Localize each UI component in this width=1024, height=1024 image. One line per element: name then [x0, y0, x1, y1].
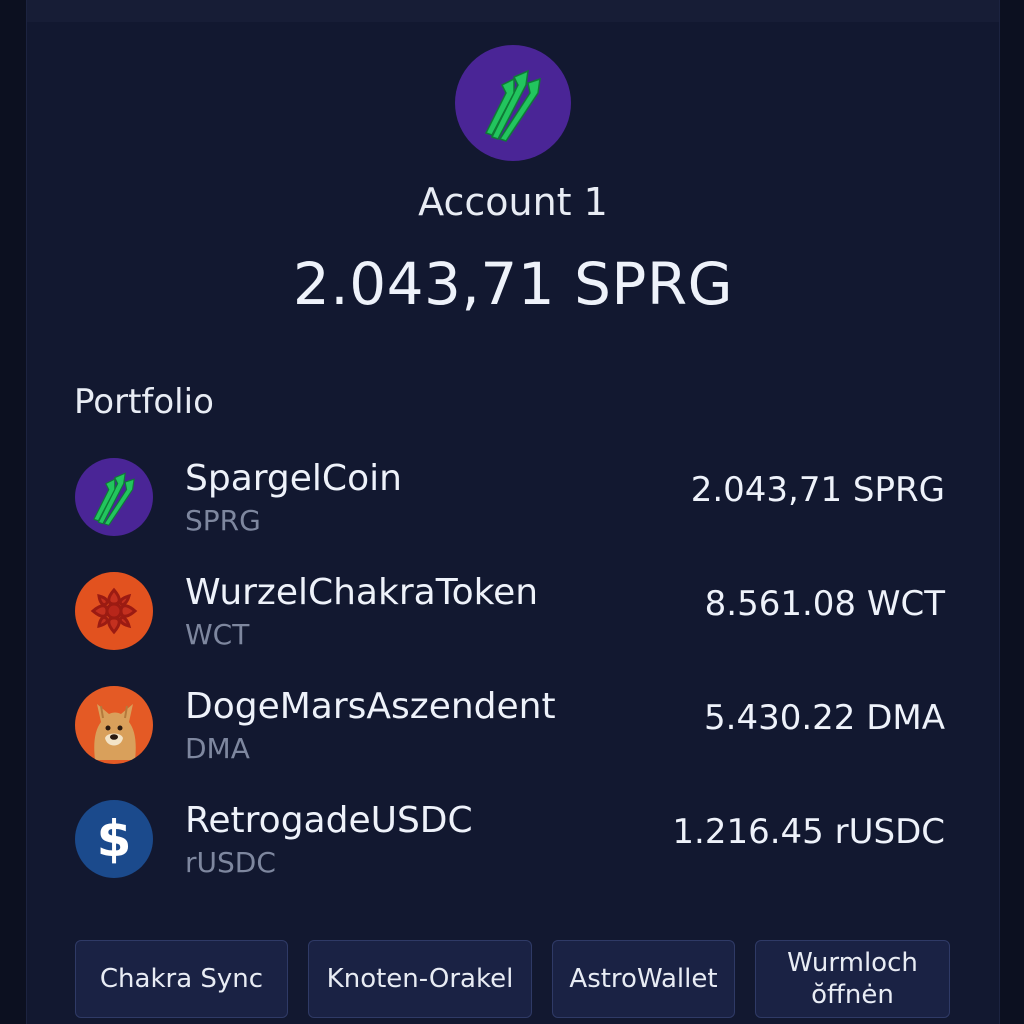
asset-symbol: DMA: [185, 732, 250, 765]
asset-amount: 8.561.08 WCT: [704, 584, 945, 624]
asset-row-retrogadeusdc[interactable]: $ RetrogadeUSDC rUSDC 1.216.45 rUSDC: [75, 800, 945, 880]
asset-symbol: rUSDC: [185, 846, 276, 879]
astrowallet-button[interactable]: AstroWallet: [552, 940, 735, 1018]
portfolio-title: Portfolio: [74, 382, 214, 422]
account-balance: 2.043,71 SPRG: [292, 250, 734, 318]
asset-name: WurzelChakraToken: [185, 572, 539, 613]
knoten-orakel-button[interactable]: Knoten-Orakel: [308, 940, 532, 1018]
asset-amount: 1.216.45 rUSDC: [672, 812, 945, 852]
dollar-icon: $: [75, 800, 153, 878]
asparagus-icon: [75, 458, 153, 536]
asparagus-icon: [484, 69, 541, 142]
asset-amount: 5.430.22 DMA: [704, 698, 945, 738]
asset-row-dogemarsaszendent[interactable]: DogeMarsAszendent DMA 5.430.22 DMA: [75, 686, 945, 766]
asset-row-spargelcoin[interactable]: SpargelCoin SPRG 2.043,71 SPRG: [75, 458, 945, 538]
doge-icon: [75, 686, 153, 764]
asset-name: SpargelCoin: [185, 458, 402, 499]
asset-name: RetrogadeUSDC: [185, 800, 473, 841]
lotus-icon: [75, 572, 153, 650]
top-bar: [27, 0, 999, 22]
asset-row-wurzelchakratoken[interactable]: WurzelChakraToken WCT 8.561.08 WCT: [75, 572, 945, 652]
account-name: Account 1: [418, 180, 608, 224]
wurmloch-oeffnen-button[interactable]: Wurmloch ŏffnėn: [755, 940, 950, 1018]
asset-amount: 2.043,71 SPRG: [690, 470, 945, 510]
asset-symbol: SPRG: [185, 504, 261, 537]
asset-name: DogeMarsAszendent: [185, 686, 556, 727]
chakra-sync-button[interactable]: Chakra Sync: [75, 940, 288, 1018]
asset-symbol: WCT: [185, 618, 250, 651]
wallet-panel: Account 1 2.043,71 SPRG Portfolio Sparge…: [26, 0, 1000, 1024]
account-avatar[interactable]: [455, 45, 571, 161]
